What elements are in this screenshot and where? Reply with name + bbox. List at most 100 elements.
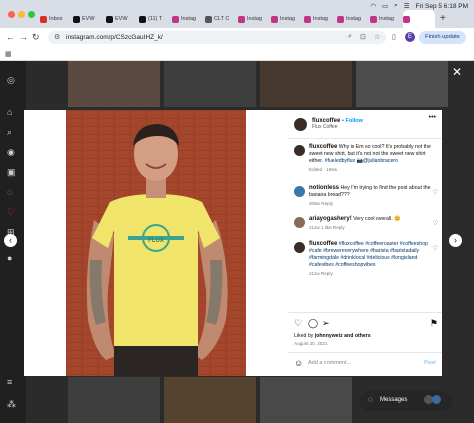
add-comment-row: ☺ Add a comment... Post — [294, 358, 440, 370]
minimize-window-button[interactable] — [18, 11, 25, 18]
commenter-username[interactable]: ariayogashery! — [309, 216, 352, 222]
commenter-avatar[interactable] — [294, 217, 305, 228]
profile-avatar[interactable]: E — [405, 32, 415, 42]
explore-icon[interactable]: ◉ — [7, 147, 15, 158]
profile-nav-icon[interactable]: ● — [7, 253, 12, 263]
tab-label: CLT C — [214, 16, 230, 22]
messages-bubble[interactable]: ◌ Messages — [360, 391, 452, 411]
tab-label: Instag — [181, 16, 196, 22]
browser-tab[interactable]: CLT C — [205, 12, 237, 26]
tab-label: Instag — [346, 16, 361, 22]
caption-username[interactable]: fluxcoffee — [309, 144, 337, 150]
post-location[interactable]: Flux Coffee — [312, 124, 363, 130]
add-comment-input[interactable]: Add a comment... — [308, 360, 351, 366]
browser-tab[interactable]: EVW — [73, 12, 105, 26]
sidepanel-icon[interactable]: ▯ — [392, 33, 396, 41]
tab-favicon-icon — [304, 15, 311, 23]
share-icon[interactable]: ➢ — [322, 318, 330, 329]
tab-label: Instag — [313, 16, 328, 22]
browser-tab[interactable]: Instag — [370, 12, 402, 26]
post-header: fluxcoffee • Follow Flux Coffee — [294, 116, 442, 134]
more-menu-icon[interactable]: ≡ — [7, 377, 12, 387]
search-icon[interactable]: ⌕ — [394, 2, 398, 10]
liked-by-user[interactable]: johnnyweiz — [315, 333, 343, 339]
messages-label: Messages — [380, 397, 408, 403]
battery-icon[interactable]: ▭ — [382, 2, 388, 10]
browser-tab[interactable]: Instag — [304, 12, 336, 26]
caption-avatar[interactable] — [294, 145, 305, 156]
comment-text: Very cool overall. 😊 — [353, 216, 401, 222]
more-options-icon[interactable]: ••• — [429, 114, 436, 121]
grid-thumbnail — [356, 61, 448, 107]
commenter-username[interactable]: notionless — [309, 185, 339, 191]
wifi-icon[interactable]: ◠ — [370, 2, 376, 10]
previous-post-button[interactable]: ‹ — [4, 234, 17, 247]
bookmarks-bar: ▦ — [0, 47, 474, 61]
emoji-icon[interactable]: ☺ — [294, 358, 303, 368]
like-icon[interactable]: ♡ — [294, 318, 302, 329]
post-comment-button[interactable]: Post — [424, 360, 436, 366]
comment-meta[interactable]: 211w Reply — [309, 270, 433, 277]
liked-by-others[interactable]: and others — [343, 333, 371, 339]
finish-update-button[interactable]: Finish update — [419, 31, 466, 44]
tab-strip: Inbox EVW EVW (11) T Instag CLT C Instag Instag… — [0, 0, 474, 28]
url-text[interactable]: instagram.com/p/CSzcGauIHZ_k/ — [66, 34, 163, 41]
message-avatar — [432, 395, 441, 404]
instagram-logo-icon[interactable]: ◎ — [7, 75, 15, 86]
also-from-meta-icon[interactable]: ⁂ — [7, 399, 16, 410]
close-window-button[interactable] — [8, 11, 15, 18]
browser-tab[interactable]: Instag — [172, 12, 204, 26]
tab-label: Instag — [280, 16, 295, 22]
maximize-window-button[interactable] — [28, 11, 35, 18]
forward-button[interactable]: → — [19, 32, 28, 42]
home-icon[interactable]: ⌂ — [7, 107, 12, 117]
comment-icon[interactable]: ◯ — [308, 318, 318, 329]
notifications-icon[interactable]: ♡ — [7, 207, 15, 218]
author-avatar[interactable] — [294, 118, 307, 131]
comment-meta[interactable]: 208w Reply — [309, 200, 433, 207]
menu-clock: Fri Sep 5 6:18 PM — [415, 2, 468, 10]
site-info-icon[interactable]: ⚙ — [54, 33, 60, 41]
browser-tab[interactable]: Instag — [238, 12, 270, 26]
address-bar[interactable]: ⚙ instagram.com/p/CSzcGauIHZ_k/ ⌕ ⊡ ☆ — [48, 31, 386, 44]
grid-thumbnail — [68, 377, 160, 423]
like-comment-icon[interactable]: ♡ — [433, 189, 438, 196]
shirt-logo-text: FLUX — [148, 238, 164, 244]
commenter-avatar[interactable] — [294, 242, 305, 253]
commenter-username[interactable]: fluxcoffee — [309, 241, 337, 247]
close-post-icon[interactable]: ✕ — [452, 65, 462, 79]
reels-icon[interactable]: ▣ — [7, 167, 16, 178]
browser-tab[interactable]: Instag — [271, 12, 303, 26]
search-nav-icon[interactable]: ⌕ — [7, 127, 12, 138]
commenter-avatar[interactable] — [294, 186, 305, 197]
instagram-page: ◎ ⌂ ⌕ ◉ ▣ ◌ ♡ ⊞ ● ≡ ⁂ ✕ ‹ › FLUX fluxcof… — [0, 61, 474, 423]
next-post-button[interactable]: › — [449, 234, 462, 247]
follow-button[interactable]: Follow — [345, 118, 362, 124]
save-icon[interactable]: ⚑ — [430, 318, 438, 329]
caption-tags[interactable]: #fueledbyflux 📷@julianbracero — [325, 158, 398, 164]
new-tab-button[interactable]: + — [440, 13, 446, 24]
control-center-icon[interactable]: ☰ — [404, 2, 410, 10]
back-button[interactable]: ← — [6, 32, 15, 42]
browser-tab[interactable]: Instag — [337, 12, 369, 26]
apps-grid-icon[interactable]: ▦ — [5, 50, 12, 58]
grid-thumbnail — [68, 61, 160, 107]
tab-label: EVW — [115, 16, 128, 22]
post-modal: FLUX fluxcoffee • Follow Flux Coffee •••… — [24, 110, 442, 376]
like-comment-icon[interactable]: ♡ — [433, 220, 438, 227]
messenger-icon[interactable]: ◌ — [7, 187, 12, 197]
install-icon[interactable]: ⊡ — [360, 33, 366, 41]
liked-by: Liked by johnnyweiz and others — [294, 333, 371, 339]
comment-meta[interactable]: 211w 1 like Reply — [309, 224, 433, 231]
bookmark-star-icon[interactable]: ☆ — [374, 33, 380, 41]
tab-label: Instag — [247, 16, 262, 22]
browser-tab[interactable]: EVW — [106, 12, 138, 26]
post-side-panel: fluxcoffee • Follow Flux Coffee ••• flux… — [288, 110, 442, 376]
browser-tab[interactable]: (11) T — [139, 12, 171, 26]
browser-tab[interactable]: Inbox — [40, 12, 72, 26]
like-comment-icon[interactable]: ♡ — [433, 245, 438, 252]
browser-tab[interactable] — [403, 10, 435, 28]
reload-button[interactable]: ↻ — [32, 32, 40, 43]
post-photo[interactable]: FLUX — [66, 110, 246, 376]
zoom-icon[interactable]: ⌕ — [348, 33, 352, 41]
